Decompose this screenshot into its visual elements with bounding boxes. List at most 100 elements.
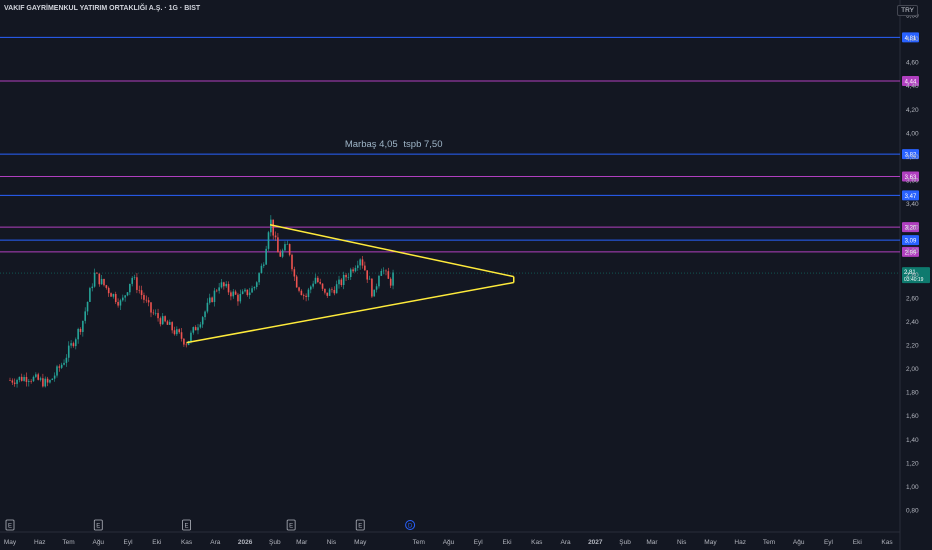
candle-body (342, 274, 345, 286)
candle-body (20, 376, 23, 381)
y-tick-label: 1,40 (906, 437, 919, 444)
candle-body (270, 219, 272, 233)
candle-body (328, 289, 331, 296)
candle-body (338, 279, 340, 285)
candle-body (305, 295, 307, 298)
candle-body (279, 252, 282, 257)
candle-body (112, 294, 115, 297)
x-tick-label: Eyl (474, 539, 484, 546)
candle-body (11, 380, 14, 383)
currency-button[interactable]: TRY (897, 5, 918, 16)
x-tick-label: Eyl (824, 539, 834, 546)
candle-body (366, 270, 368, 280)
candle-body (18, 376, 21, 380)
candle-body (67, 345, 70, 358)
candle-body (159, 318, 162, 325)
candle-body (258, 273, 260, 283)
x-tick-label: Eki (503, 539, 512, 546)
y-tick-label: 1,60 (906, 413, 919, 420)
candle-body (183, 338, 185, 345)
y-tick-label: 1,80 (906, 390, 919, 397)
candle-body (244, 289, 246, 292)
x-tick-label: May (354, 539, 367, 546)
x-tick-label: Nis (327, 539, 337, 546)
candle-body (385, 270, 387, 272)
candle-body (133, 277, 136, 278)
earnings-marker-label: E (289, 523, 293, 529)
chart-background (0, 0, 932, 550)
candle-body (82, 320, 84, 332)
candle-body (312, 283, 314, 287)
candle-body (373, 289, 376, 297)
candle-body (263, 264, 265, 266)
candle-body (208, 297, 211, 303)
candle-body (178, 329, 180, 333)
x-tick-label: Ağu (92, 539, 104, 546)
candle-body (100, 278, 103, 285)
candle-body (96, 272, 98, 274)
candle-body (114, 294, 117, 302)
candle-body (136, 277, 138, 290)
candle-body (300, 290, 303, 296)
x-tick-label: Ağu (793, 539, 805, 546)
candle-body (150, 302, 152, 313)
candle-body (216, 290, 218, 292)
candle-body (129, 283, 131, 293)
price-chart[interactable]: 4,814,443,823,633,473,203,092,992,8103:4… (0, 0, 932, 550)
candle-body (220, 282, 223, 288)
candle-body (239, 293, 242, 302)
text-annotations[interactable]: Marbaş 4,05 tspb 7,50 (345, 139, 443, 150)
candle-body (333, 289, 336, 294)
x-tick-label: 2026 (238, 539, 253, 546)
candle-body (44, 378, 47, 387)
x-tick-label: Ara (210, 539, 221, 546)
candle-body (197, 327, 199, 331)
candle-body (199, 324, 202, 328)
x-tick-label: Eki (152, 539, 161, 546)
candle-body (307, 289, 310, 298)
earnings-marker-label: E (8, 523, 12, 529)
candle-body (335, 284, 338, 294)
candle-body (23, 376, 25, 381)
y-tick-label: 2,00 (906, 366, 919, 373)
candle-body (206, 302, 209, 312)
x-tick-label: Nis (677, 539, 687, 546)
candle-body (122, 297, 124, 301)
candle-body (46, 378, 49, 383)
candle-body (232, 291, 235, 297)
x-tick-label: Şub (619, 539, 631, 546)
x-tick-label: Kas (531, 539, 543, 546)
candle-body (49, 379, 51, 383)
x-tick-label: Ağu (443, 539, 455, 546)
x-tick-label: Haz (34, 539, 46, 546)
candle-body (131, 277, 133, 284)
candle-body (317, 277, 319, 283)
candle-body (253, 286, 256, 289)
candle-body (213, 290, 216, 303)
y-tick-label: 4,00 (906, 130, 919, 137)
candle-body (58, 366, 61, 368)
candle-body (42, 378, 44, 387)
y-tick-label: 3,20 (906, 225, 919, 232)
x-tick-label: Tem (62, 539, 74, 546)
x-tick-label: Kas (881, 539, 893, 546)
candle-body (267, 232, 270, 249)
candle-body (138, 289, 141, 291)
candle-body (169, 322, 171, 325)
candle-body (152, 312, 155, 314)
candle-body (392, 272, 394, 286)
x-tick-label: 2027 (588, 539, 603, 546)
candle-body (349, 269, 352, 277)
earnings-marker-label: E (185, 523, 189, 529)
candle-body (295, 276, 298, 288)
candle-body (70, 343, 72, 346)
candle-body (227, 283, 230, 293)
candle-body (380, 270, 383, 276)
candle-body (375, 286, 378, 290)
candle-body (230, 292, 232, 297)
x-tick-label: Mar (296, 539, 308, 546)
x-tick-label: Tem (413, 539, 425, 546)
y-tick-label: 1,20 (906, 460, 919, 467)
candle-body (154, 313, 157, 314)
candle-body (161, 316, 164, 325)
